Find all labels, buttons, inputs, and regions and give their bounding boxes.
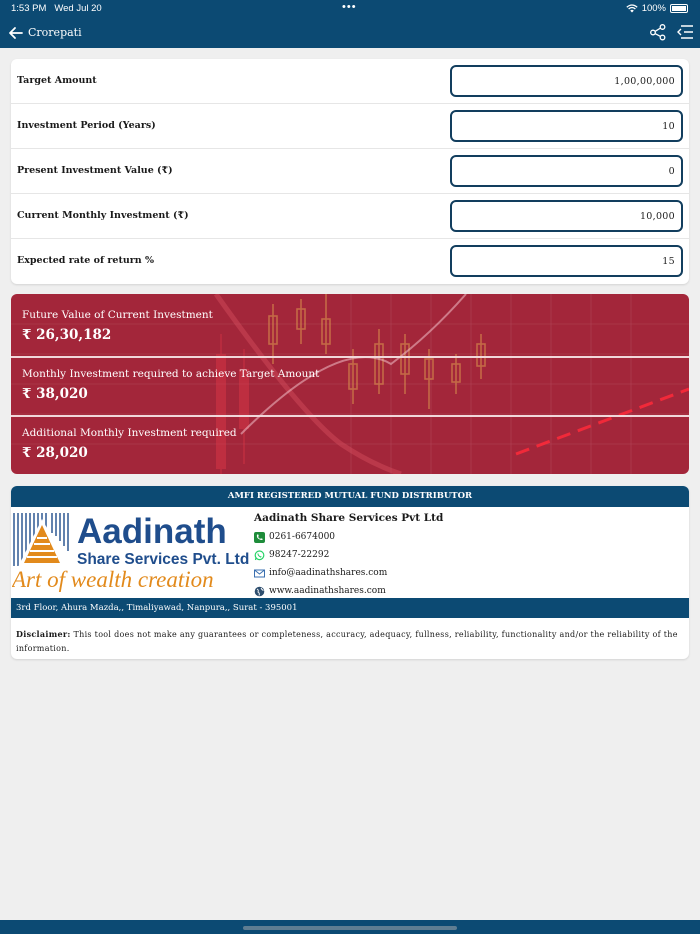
target-amount-row: Target Amount: [11, 59, 689, 104]
status-bar: 1:53 PM Wed Jul 20 ••• 100%: [0, 0, 700, 18]
rate-of-return-label: Expected rate of return %: [17, 255, 154, 266]
website-url: www.aadinathshares.com: [269, 586, 386, 596]
multitasking-dots-icon[interactable]: •••: [342, 1, 357, 13]
share-icon[interactable]: [649, 23, 667, 41]
result-value: ₹ 28,020: [22, 445, 88, 461]
additional-monthly-result: Additional Monthly Investment required ₹…: [11, 412, 689, 470]
company-name: Aadinath Share Services Pvt Ltd: [254, 512, 444, 524]
arrow-left-icon[interactable]: [7, 24, 25, 42]
whatsapp-icon: [254, 549, 265, 560]
monthly-required-result: Monthly Investment required to achieve T…: [11, 353, 689, 411]
disclaimer-label: Disclaimer:: [16, 629, 71, 639]
present-investment-label: Present Investment Value (₹): [17, 165, 173, 176]
battery-percent: 100%: [641, 3, 666, 14]
rate-of-return-row: Expected rate of return %: [11, 239, 689, 284]
target-amount-label: Target Amount: [17, 75, 97, 86]
investment-period-row: Investment Period (Years): [11, 104, 689, 149]
calculator-form: Target Amount Investment Period (Years) …: [11, 59, 689, 284]
result-value: ₹ 38,020: [22, 386, 88, 402]
rate-of-return-input[interactable]: [450, 245, 683, 277]
whatsapp-contact[interactable]: 98247-22292: [254, 548, 329, 562]
menu-list-icon[interactable]: [676, 23, 694, 41]
result-label: Monthly Investment required to achieve T…: [22, 368, 320, 380]
result-label: Additional Monthly Investment required: [22, 427, 237, 439]
present-investment-row: Present Investment Value (₹): [11, 149, 689, 194]
target-amount-input[interactable]: [450, 65, 683, 97]
disclaimer-text: This tool does not make any guarantees o…: [16, 630, 678, 653]
globe-icon: [254, 586, 265, 596]
email-icon: [254, 569, 265, 577]
result-value: ₹ 26,30,182: [22, 327, 112, 343]
distributor-card: AMFI REGISTERED MUTUAL FUND DISTRIBUTOR …: [11, 486, 689, 659]
logo-line1: Aadinath: [77, 512, 227, 551]
logo-line2: Share Services Pvt. Ltd.: [77, 551, 250, 568]
status-time: 1:53 PM Wed Jul 20: [11, 3, 102, 14]
whatsapp-number: 98247-22292: [269, 550, 330, 560]
battery-icon: [670, 4, 688, 13]
future-value-result: Future Value of Current Investment ₹ 26,…: [11, 294, 689, 352]
result-label: Future Value of Current Investment: [22, 309, 213, 321]
nav-bar: Crorepati: [0, 18, 700, 48]
email-address: info@aadinathshares.com: [269, 568, 388, 578]
distributor-header: AMFI REGISTERED MUTUAL FUND DISTRIBUTOR: [11, 486, 689, 507]
phone-icon: [254, 531, 265, 543]
home-indicator[interactable]: [243, 926, 457, 930]
monthly-investment-input[interactable]: [450, 200, 683, 232]
logo-tagline: Art of wealth creation: [12, 567, 214, 592]
company-logo: Aadinath Share Services Pvt. Ltd. Art of…: [12, 511, 250, 596]
disclaimer: Disclaimer: This tool does not make any …: [16, 627, 681, 656]
website-contact[interactable]: www.aadinathshares.com: [254, 584, 386, 598]
phone-number: 0261-6674000: [269, 532, 336, 542]
investment-period-label: Investment Period (Years): [17, 120, 156, 131]
monthly-investment-label: Current Monthly Investment (₹): [17, 210, 189, 221]
email-contact[interactable]: info@aadinathshares.com: [254, 566, 387, 580]
monthly-investment-row: Current Monthly Investment (₹): [11, 194, 689, 239]
results-panel: Future Value of Current Investment ₹ 26,…: [11, 294, 689, 474]
wifi-icon: [626, 4, 638, 13]
present-investment-input[interactable]: [450, 155, 683, 187]
status-right: 100%: [626, 3, 688, 14]
page-title: Crorepati: [28, 26, 82, 39]
address-bar: 3rd Floor, Ahura Mazda,, Timaliyawad, Na…: [11, 598, 689, 618]
investment-period-input[interactable]: [450, 110, 683, 142]
phone-contact[interactable]: 0261-6674000: [254, 530, 335, 544]
